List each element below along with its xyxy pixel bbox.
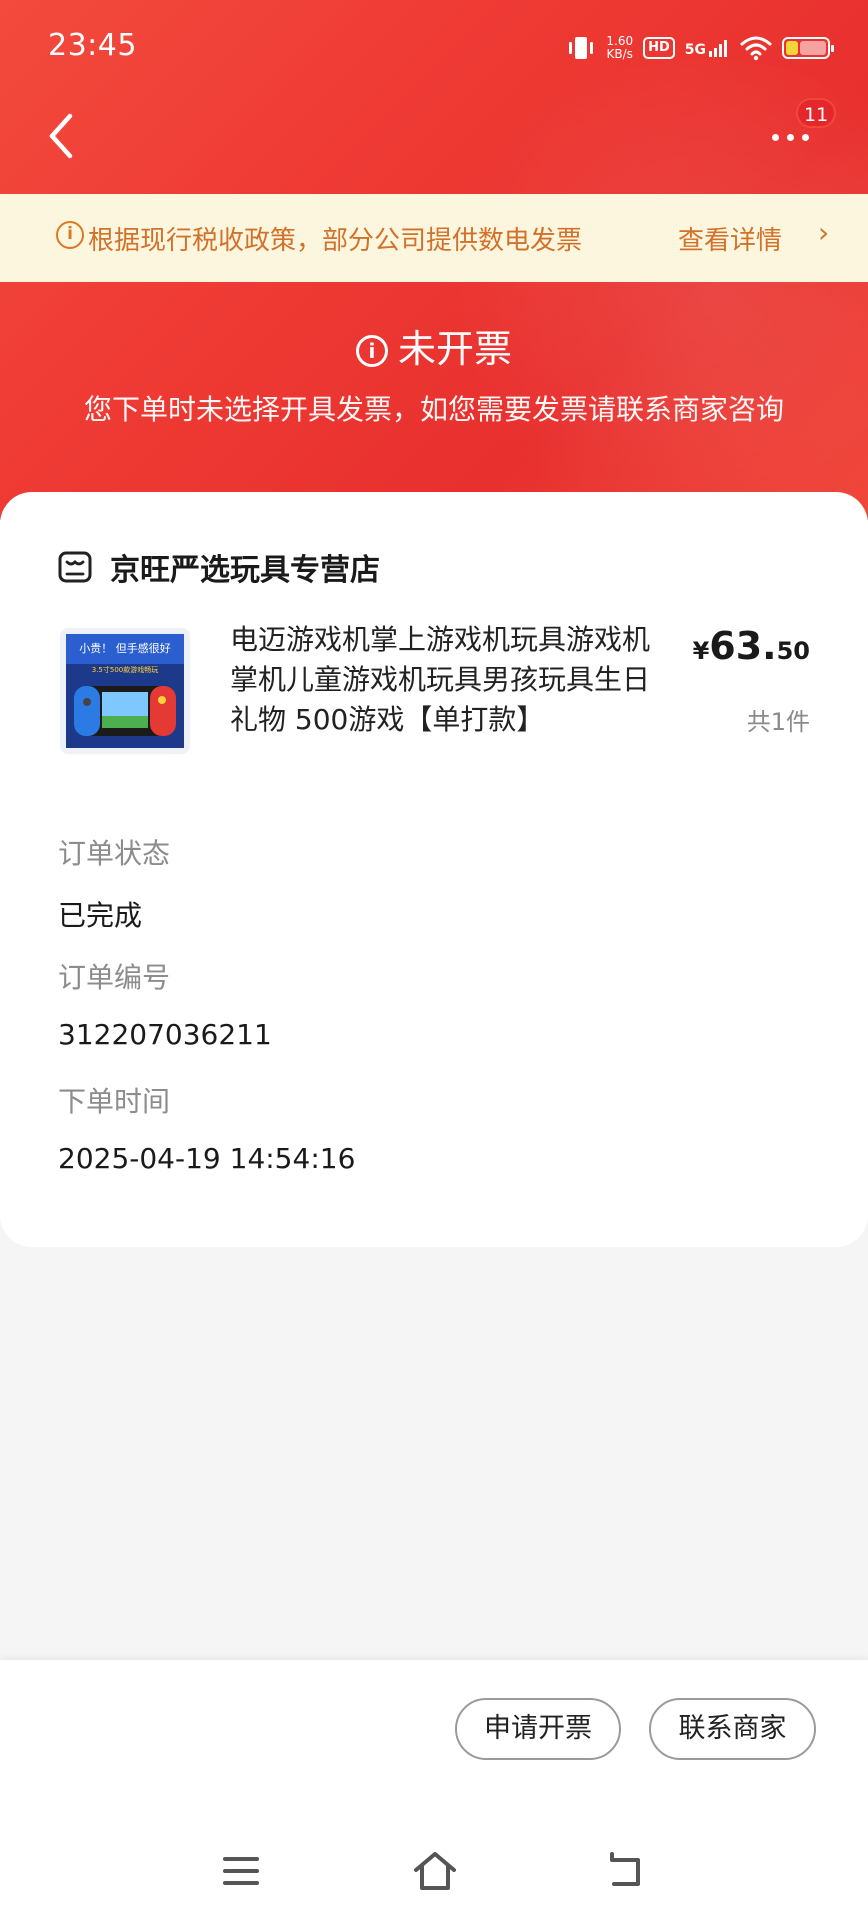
view-details-link[interactable]: 查看详情 <box>678 220 782 257</box>
more-dots-icon <box>772 134 809 141</box>
apply-invoice-button[interactable]: 申请开票 <box>455 1698 621 1760</box>
wifi-icon <box>740 36 772 61</box>
price-decimal: 50 <box>776 637 810 665</box>
info-icon: i <box>56 221 84 249</box>
notice-text: 根据现行税收政策，部分公司提供数电发票 <box>88 226 583 256</box>
status-bar: 23:45 1.60 KB/s HD 5G <box>0 0 868 96</box>
product-image[interactable]: 小贵！ 但手感很好 3.5寸500款游戏畅玩 <box>60 628 190 754</box>
invoice-status-text: 未开票 <box>397 327 512 371</box>
vibrate-icon <box>569 37 594 59</box>
invoice-status-title: i 未开票 <box>0 318 868 373</box>
product-price: ¥63.50 <box>693 624 810 668</box>
contact-merchant-button[interactable]: 联系商家 <box>649 1698 816 1760</box>
more-button[interactable]: 11 <box>764 98 837 164</box>
network-speed: 1.60 KB/s <box>606 35 633 61</box>
product-image-subtitle: 3.5寸500款游戏畅玩 <box>92 665 159 674</box>
invoice-status-description: 您下单时未选择开具发票，如您需要发票请联系商家咨询 <box>83 393 784 426</box>
home-icon[interactable] <box>412 1850 458 1892</box>
shop-name: 京旺严选玩具专营店 <box>110 553 380 588</box>
order-card: 京旺严选玩具专营店 小贵！ 但手感很好 3.5寸500款游戏畅玩 电迈游戏机掌上… <box>0 492 868 1247</box>
hd-icon: HD <box>643 37 675 59</box>
order-number-label: 订单编号 <box>58 961 171 994</box>
menu-icon[interactable] <box>222 1854 260 1888</box>
shop-icon <box>58 551 92 583</box>
order-number-value[interactable]: 312207036211 <box>58 1018 272 1051</box>
product-title[interactable]: 电迈游戏机掌上游戏机玩具游戏机掌机儿童游戏机玩具男孩玩具生日礼物 500游戏【单… <box>230 620 670 740</box>
network-speed-unit: KB/s <box>606 47 633 61</box>
chevron-left-icon <box>49 113 73 159</box>
chevron-right-icon: › <box>818 216 830 249</box>
system-navigation-bar <box>0 1834 868 1920</box>
back-icon[interactable] <box>606 1850 646 1890</box>
network-type-label: 5G <box>684 42 706 58</box>
order-status-value: 已完成 <box>58 899 143 932</box>
tax-policy-notice[interactable]: i 根据现行税收政策，部分公司提供数电发票 查看详情 › <box>0 194 868 282</box>
bottom-action-bar: 申请开票 联系商家 <box>0 1660 868 1920</box>
status-time: 23:45 <box>48 28 137 63</box>
info-icon: i <box>355 335 388 367</box>
battery-icon <box>782 37 834 59</box>
price-integer: 63. <box>709 624 777 668</box>
product-image-slogan: 小贵！ 但手感很好 <box>79 641 171 655</box>
back-button[interactable] <box>40 108 90 164</box>
price-currency: ¥ <box>692 637 710 665</box>
signal-icon: 5G <box>685 38 730 58</box>
message-count-badge: 11 <box>796 98 837 128</box>
product-quantity: 共1件 <box>746 708 810 736</box>
order-time-value: 2025-04-19 14:54:16 <box>58 1142 356 1175</box>
shop-header[interactable]: 京旺严选玩具专营店 <box>58 546 380 588</box>
order-status-label: 订单状态 <box>58 837 171 870</box>
status-icons: 1.60 KB/s HD 5G <box>566 30 834 66</box>
order-time-label: 下单时间 <box>58 1085 171 1118</box>
